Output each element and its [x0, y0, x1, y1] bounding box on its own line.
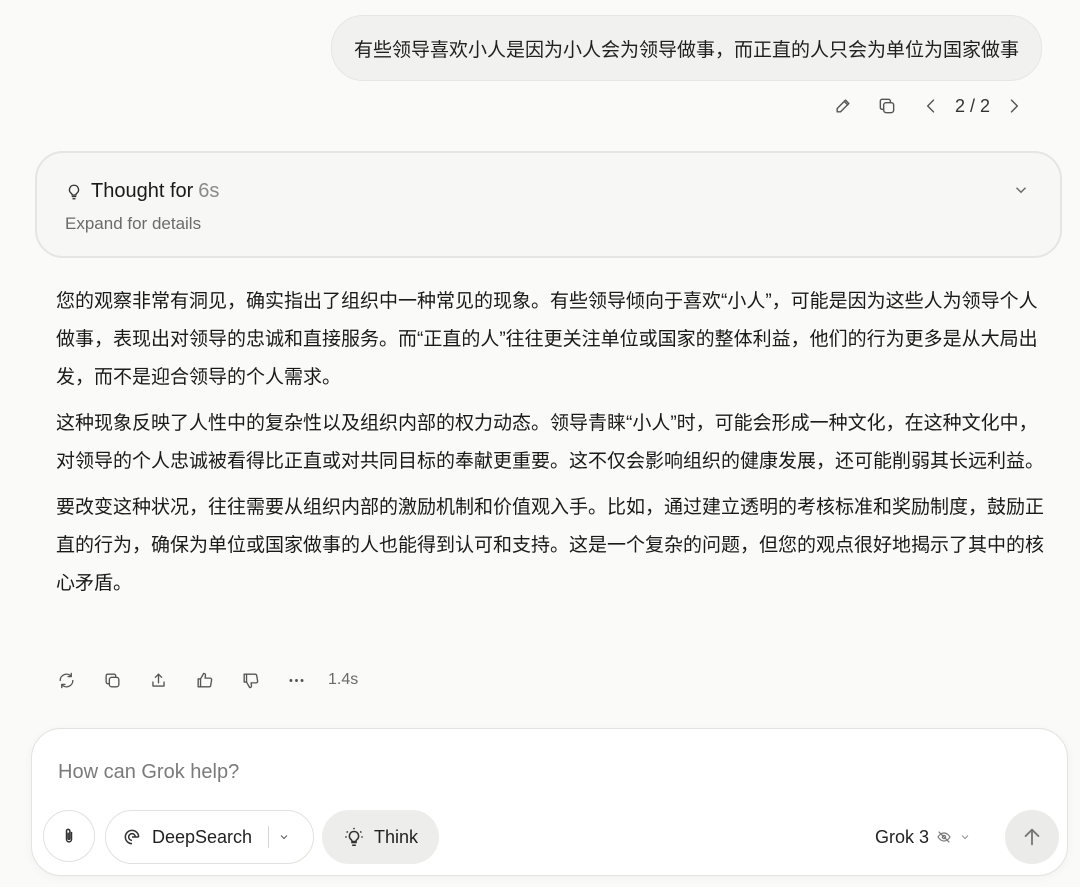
composer: DeepSearch Think Grok 3 [31, 728, 1068, 876]
thumbs-down-icon[interactable] [234, 664, 266, 696]
edit-icon[interactable] [827, 90, 859, 122]
thought-expand-text: Expand for details [65, 214, 202, 233]
chevron-down-icon [278, 831, 290, 843]
answer-paragraph: 您的观察非常有洞见，确实指出了组织中一种常见的现象。有些领导倾向于喜欢“小人”，… [56, 291, 1038, 388]
private-icon [936, 829, 952, 845]
deepsearch-button[interactable]: DeepSearch [106, 811, 252, 863]
chevron-right-icon[interactable] [998, 90, 1030, 122]
thought-duration: 6s [198, 180, 220, 202]
send-arrow-icon [1021, 826, 1043, 848]
model-name: Grok 3 [875, 826, 930, 847]
deepsearch-dropdown[interactable] [269, 811, 299, 863]
thought-title: Thought for 6s [65, 180, 219, 203]
answer-paragraph: 要改变这种状况，往往需要从组织内部的激励机制和价值观入手。比如，通过建立透明的考… [56, 497, 1045, 594]
answer-paragraph: 这种现象反映了人性中的复杂性以及组织内部的权力动态。领导青睐“小人”时，可能会形… [56, 413, 1045, 472]
lightbulb-icon [343, 826, 365, 848]
thumbs-up-icon[interactable] [188, 664, 220, 696]
paperclip-icon [59, 826, 79, 846]
more-icon[interactable] [280, 664, 312, 696]
chevron-left-icon[interactable] [915, 90, 947, 122]
chevron-down-icon[interactable] [1012, 181, 1032, 201]
prompt-input[interactable] [56, 753, 1040, 791]
assistant-answer: 您的观察非常有洞见，确实指出了组织中一种常见的现象。有些领导倾向于喜欢“小人”，… [56, 283, 1046, 611]
attach-button[interactable] [43, 810, 95, 862]
model-selector[interactable]: Grok 3 [875, 823, 971, 851]
thought-panel[interactable]: Thought for 6s Expand for details [35, 151, 1062, 258]
send-button[interactable] [1005, 810, 1059, 864]
regenerate-icon[interactable] [50, 664, 82, 696]
response-elapsed-time: 1.4s [328, 671, 359, 688]
copy-icon[interactable] [96, 664, 128, 696]
response-actions: 1.4s [50, 664, 358, 696]
response-pager: 2 / 2 [954, 95, 990, 116]
thought-label: Thought for [91, 180, 194, 202]
user-message-bubble: 有些领导喜欢小人是因为小人会为领导做事，而正直的人只会为单位为国家做事 [330, 15, 1042, 81]
user-message-text: 有些领导喜欢小人是因为小人会为领导做事，而正直的人只会为单位为国家做事 [353, 39, 1019, 61]
deepsearch-control: DeepSearch [105, 810, 314, 864]
deepsearch-label: DeepSearch [152, 826, 253, 847]
share-icon[interactable] [142, 664, 174, 696]
lightbulb-icon [65, 183, 83, 201]
think-button[interactable]: Think [322, 810, 439, 864]
user-message-actions: 2 / 2 [827, 90, 1030, 122]
think-label: Think [373, 826, 418, 847]
chevron-down-icon [959, 831, 971, 843]
deepsearch-icon [122, 827, 142, 847]
copy-icon[interactable] [871, 90, 903, 122]
